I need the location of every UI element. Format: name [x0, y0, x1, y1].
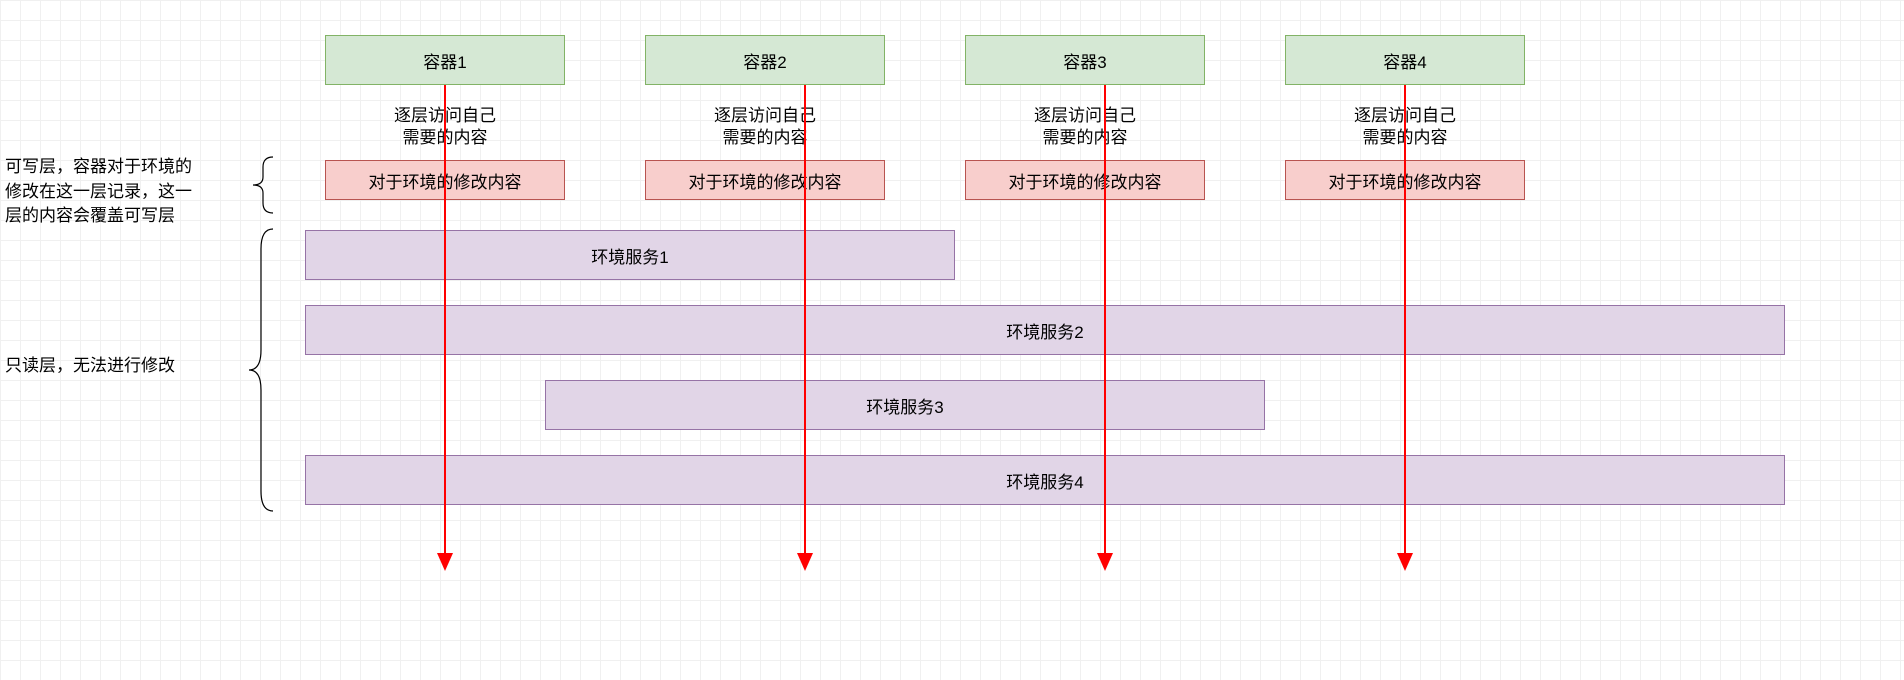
service-label: 环境服务1	[591, 243, 668, 268]
access-label-3: 逐层访问自己 需要的内容	[965, 105, 1205, 149]
writable-label: 对于环境的修改内容	[689, 168, 842, 193]
arrow-head-4	[1397, 553, 1413, 571]
container-label: 容器3	[1063, 48, 1106, 73]
container-box-1: 容器1	[325, 35, 565, 85]
writable-box-2: 对于环境的修改内容	[645, 160, 885, 200]
diagram-canvas: 容器1 容器2 容器3 容器4 逐层访问自己 需要的内容 逐层访问自己 需要的内…	[0, 0, 1904, 680]
container-box-4: 容器4	[1285, 35, 1525, 85]
arrow-head-1	[437, 553, 453, 571]
container-label: 容器4	[1383, 48, 1426, 73]
arrow-head-3	[1097, 553, 1113, 571]
arrow-line-3	[1104, 85, 1106, 555]
arrow-line-4	[1404, 85, 1406, 555]
arrow-line-2	[804, 85, 806, 555]
container-box-3: 容器3	[965, 35, 1205, 85]
service-label: 环境服务3	[866, 393, 943, 418]
service-box-1: 环境服务1	[305, 230, 955, 280]
arrow-line-1	[444, 85, 446, 555]
container-box-2: 容器2	[645, 35, 885, 85]
arrow-head-2	[797, 553, 813, 571]
access-label-2: 逐层访问自己 需要的内容	[645, 105, 885, 149]
container-label: 容器2	[743, 48, 786, 73]
service-box-2: 环境服务2	[305, 305, 1785, 355]
service-box-3: 环境服务3	[545, 380, 1265, 430]
service-label: 环境服务2	[1006, 318, 1083, 343]
writable-label: 对于环境的修改内容	[1009, 168, 1162, 193]
container-label: 容器1	[423, 48, 466, 73]
brace-writable	[235, 155, 275, 215]
side-label-writable: 可写层，容器对于环境的 修改在这一层记录，这一 层的内容会覆盖可写层	[5, 155, 230, 229]
service-label: 环境服务4	[1006, 468, 1083, 493]
side-label-readonly: 只读层，无法进行修改	[5, 354, 230, 379]
service-box-4: 环境服务4	[305, 455, 1785, 505]
brace-readonly	[235, 225, 275, 515]
writable-box-3: 对于环境的修改内容	[965, 160, 1205, 200]
